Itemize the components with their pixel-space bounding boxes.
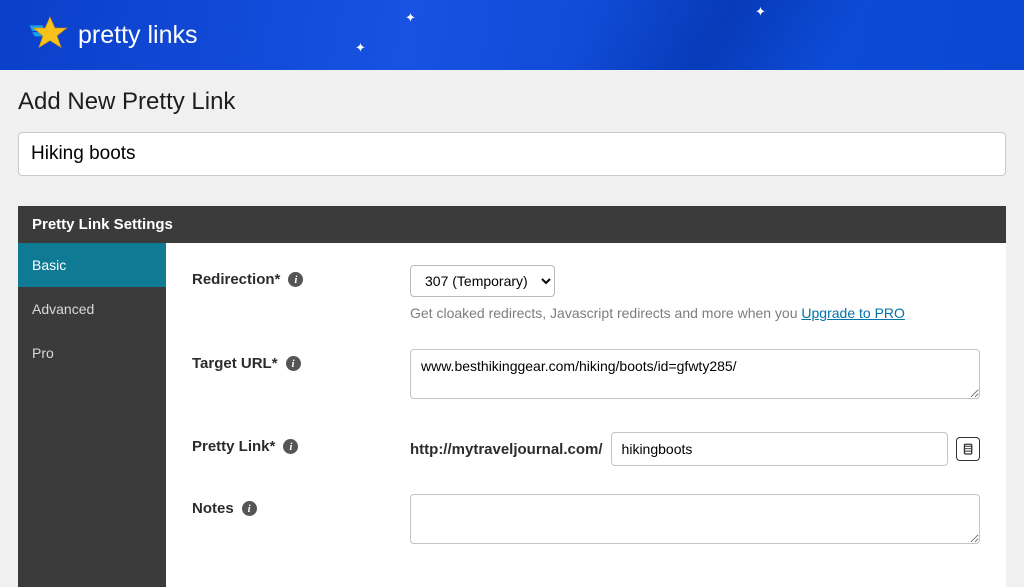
settings-header: Pretty Link Settings: [18, 206, 1006, 243]
label-text: Notes: [192, 500, 234, 517]
sparkle-icon: ✦: [405, 10, 416, 26]
redirection-label: Redirection* i: [192, 265, 410, 288]
pretty-link-label: Pretty Link* i: [192, 432, 410, 455]
info-icon[interactable]: i: [283, 439, 298, 454]
info-icon[interactable]: i: [242, 501, 257, 516]
logo-text: pretty links: [78, 21, 197, 50]
notes-input-wrap: [410, 494, 980, 549]
info-icon[interactable]: i: [286, 356, 301, 371]
sparkle-icon: ✦: [755, 4, 766, 20]
notes-input[interactable]: [410, 494, 980, 544]
field-pretty-link: Pretty Link* i http://mytraveljournal.co…: [192, 432, 980, 466]
form-column: Redirection* i 307 (Temporary) Get cloak…: [166, 243, 1006, 587]
link-title-input[interactable]: [18, 132, 1006, 176]
tab-basic[interactable]: Basic: [18, 243, 166, 287]
field-redirection: Redirection* i 307 (Temporary) Get cloak…: [192, 265, 980, 321]
slug-prefix: http://mytraveljournal.com/: [410, 441, 603, 458]
target-url-label: Target URL* i: [192, 349, 410, 372]
pretty-link-input-wrap: http://mytraveljournal.com/: [410, 432, 980, 466]
field-target-url: Target URL* i www.besthikinggear.com/hik…: [192, 349, 980, 404]
notes-label: Notes i: [192, 494, 410, 517]
star-icon: [28, 13, 72, 57]
label-text: Redirection*: [192, 271, 280, 288]
field-notes: Notes i: [192, 494, 980, 549]
info-icon[interactable]: i: [288, 272, 303, 287]
banner: pretty links ✦ ✦ ✦: [0, 0, 1024, 70]
page-title: Add New Pretty Link: [18, 88, 1006, 116]
hint-text: Get cloaked redirects, Javascript redire…: [410, 305, 801, 321]
tabs-sidebar: Basic Advanced Pro: [18, 243, 166, 587]
sparkle-icon: ✦: [355, 40, 366, 56]
target-url-input[interactable]: www.besthikinggear.com/hiking/boots/id=g…: [410, 349, 980, 399]
redirection-input-wrap: 307 (Temporary) Get cloaked redirects, J…: [410, 265, 980, 321]
tab-pro[interactable]: Pro: [18, 331, 166, 375]
copy-icon[interactable]: [956, 437, 980, 461]
upgrade-link[interactable]: Upgrade to PRO: [801, 305, 905, 321]
redirection-hint: Get cloaked redirects, Javascript redire…: [410, 305, 980, 321]
settings-box: Pretty Link Settings Basic Advanced Pro …: [18, 206, 1006, 587]
slug-input[interactable]: [611, 432, 948, 466]
label-text: Target URL*: [192, 355, 278, 372]
logo: pretty links: [28, 13, 197, 57]
target-url-input-wrap: www.besthikinggear.com/hiking/boots/id=g…: [410, 349, 980, 404]
settings-body: Basic Advanced Pro Redirection* i 307 (T…: [18, 243, 1006, 587]
label-text: Pretty Link*: [192, 438, 275, 455]
redirection-select[interactable]: 307 (Temporary): [410, 265, 555, 297]
content-area: Add New Pretty Link Pretty Link Settings…: [0, 70, 1024, 587]
tab-advanced[interactable]: Advanced: [18, 287, 166, 331]
